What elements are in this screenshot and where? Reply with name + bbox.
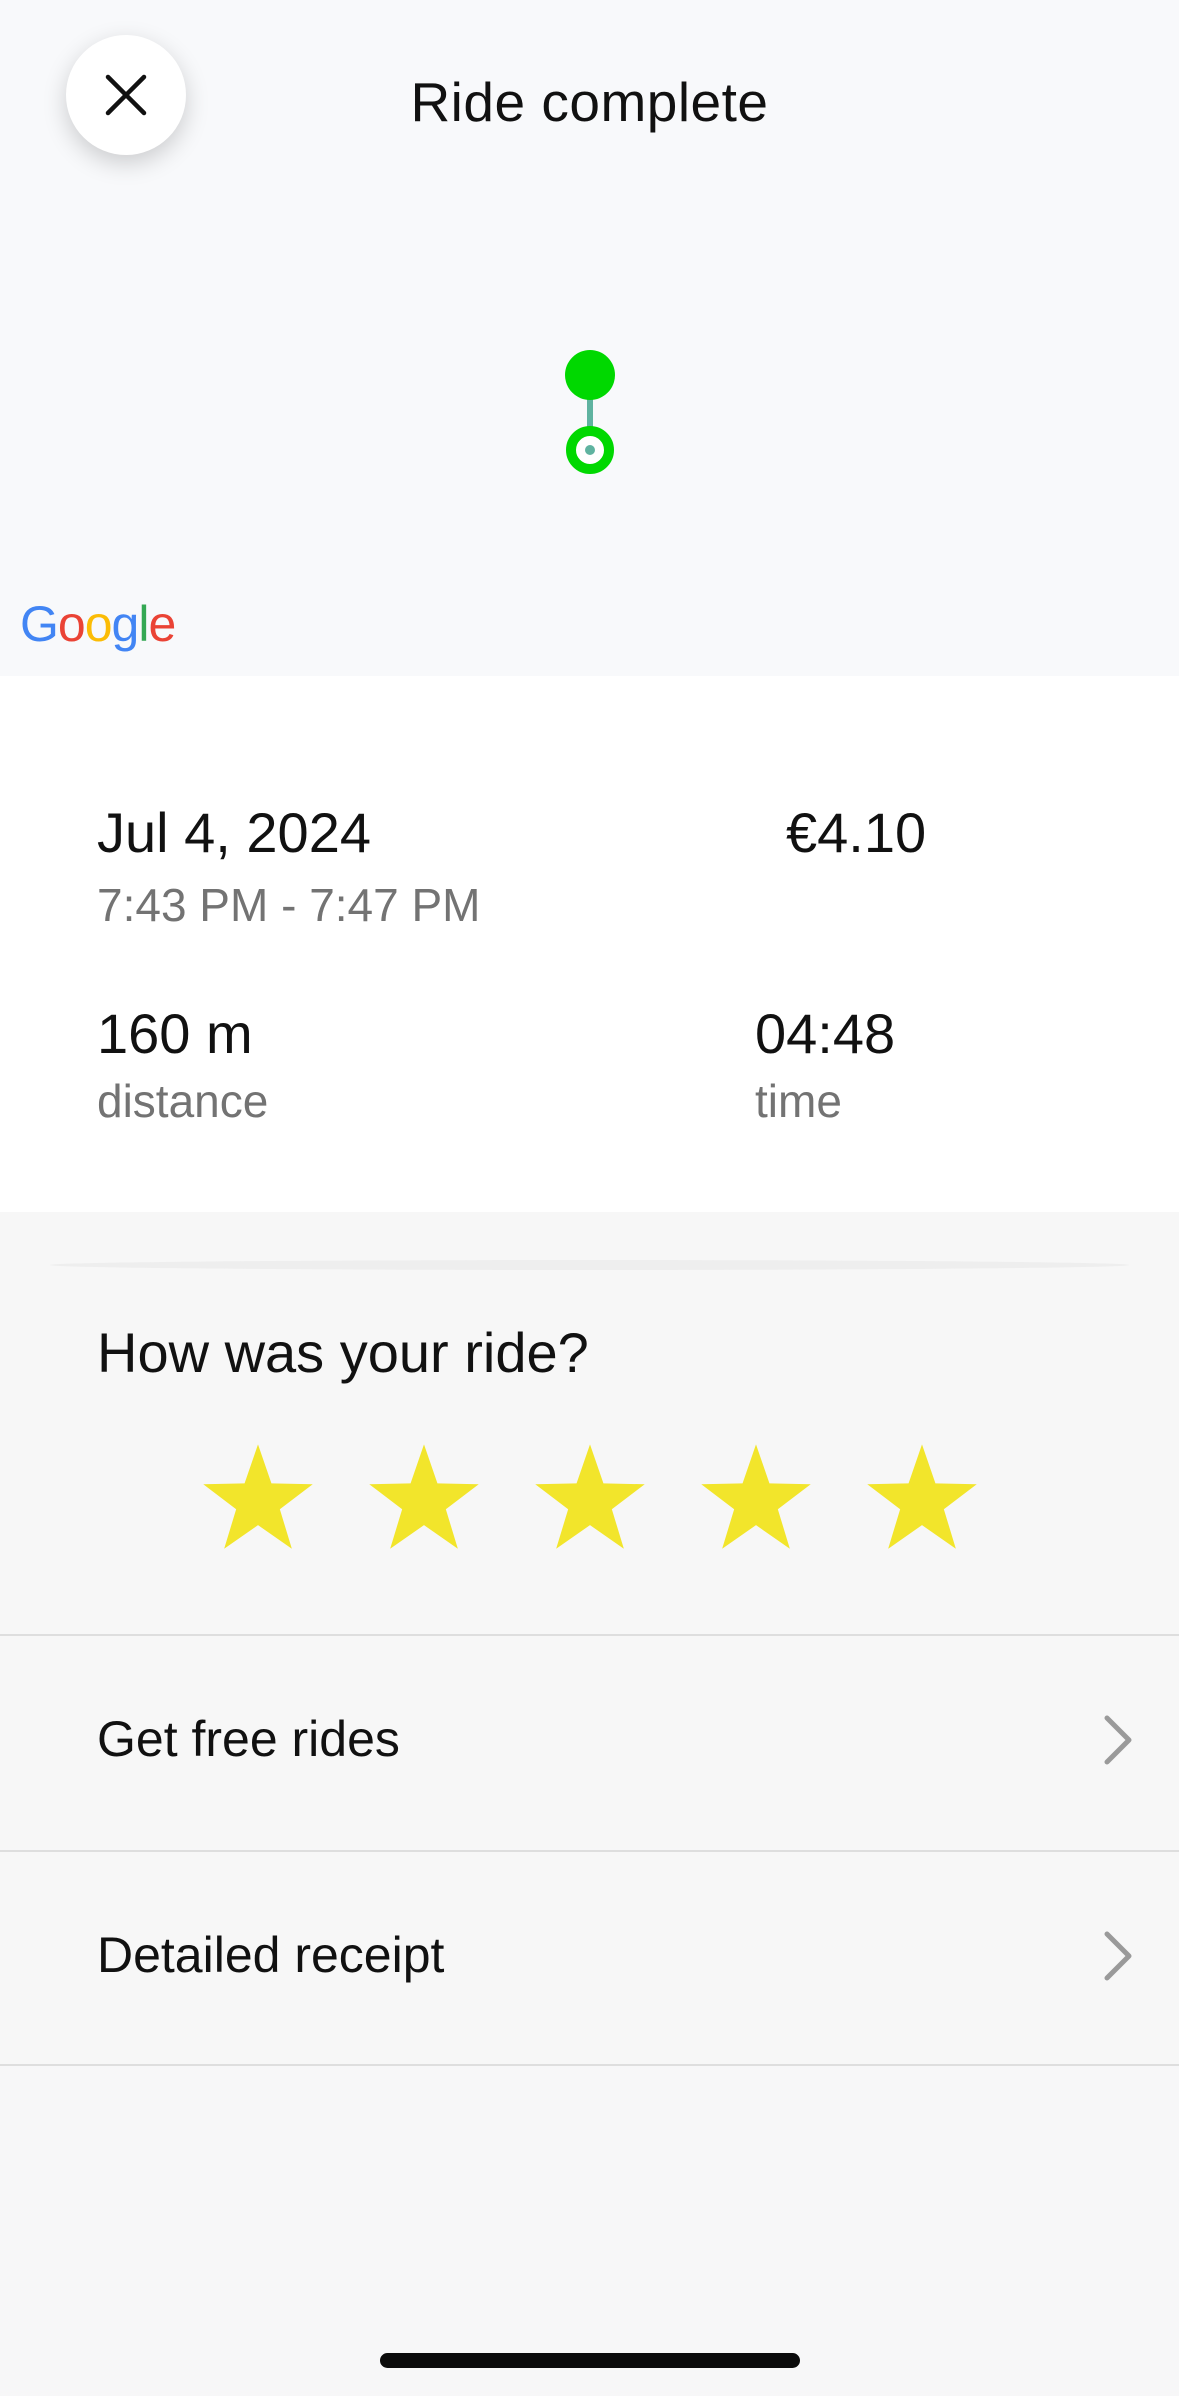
chevron-right-icon bbox=[1104, 1715, 1132, 1765]
chevron-right-icon bbox=[1104, 1931, 1132, 1981]
home-indicator[interactable] bbox=[380, 2353, 800, 2368]
time-value: 04:48 bbox=[755, 1002, 896, 1065]
detailed-receipt-row[interactable]: Detailed receipt bbox=[0, 1850, 1179, 2064]
page-title: Ride complete bbox=[410, 71, 769, 133]
section-divider-shadow bbox=[50, 1260, 1129, 1270]
ride-map[interactable]: Ride complete Google bbox=[0, 0, 1179, 676]
route-marker bbox=[565, 350, 615, 474]
get-free-rides-row[interactable]: Get free rides bbox=[0, 1634, 1179, 1848]
ride-date: Jul 4, 2024 bbox=[97, 801, 371, 864]
distance-label: distance bbox=[97, 1075, 269, 1127]
star-icon-5[interactable] bbox=[862, 1442, 982, 1562]
star-icon-4[interactable] bbox=[696, 1442, 816, 1562]
rating-section: How was your ride? bbox=[0, 1212, 1179, 1634]
star-rating[interactable] bbox=[198, 1442, 982, 1562]
google-logo: Google bbox=[20, 596, 176, 652]
star-icon-3[interactable] bbox=[530, 1442, 650, 1562]
star-icon-1[interactable] bbox=[198, 1442, 318, 1562]
time-label: time bbox=[755, 1075, 842, 1127]
list-item-label: Get free rides bbox=[97, 1711, 400, 1767]
rating-title: How was your ride? bbox=[97, 1321, 589, 1384]
route-start-pin bbox=[565, 350, 615, 400]
distance-value: 160 m bbox=[97, 1002, 253, 1065]
ride-price: €4.10 bbox=[786, 801, 927, 864]
list-divider bbox=[0, 2064, 1179, 2066]
ride-summary-card: Jul 4, 2024 7:43 PM - 7:47 PM €4.10 160 … bbox=[0, 676, 1179, 1212]
list-item-label: Detailed receipt bbox=[97, 1927, 445, 1983]
ride-time-range: 7:43 PM - 7:47 PM bbox=[97, 879, 481, 931]
star-icon-2[interactable] bbox=[364, 1442, 484, 1562]
